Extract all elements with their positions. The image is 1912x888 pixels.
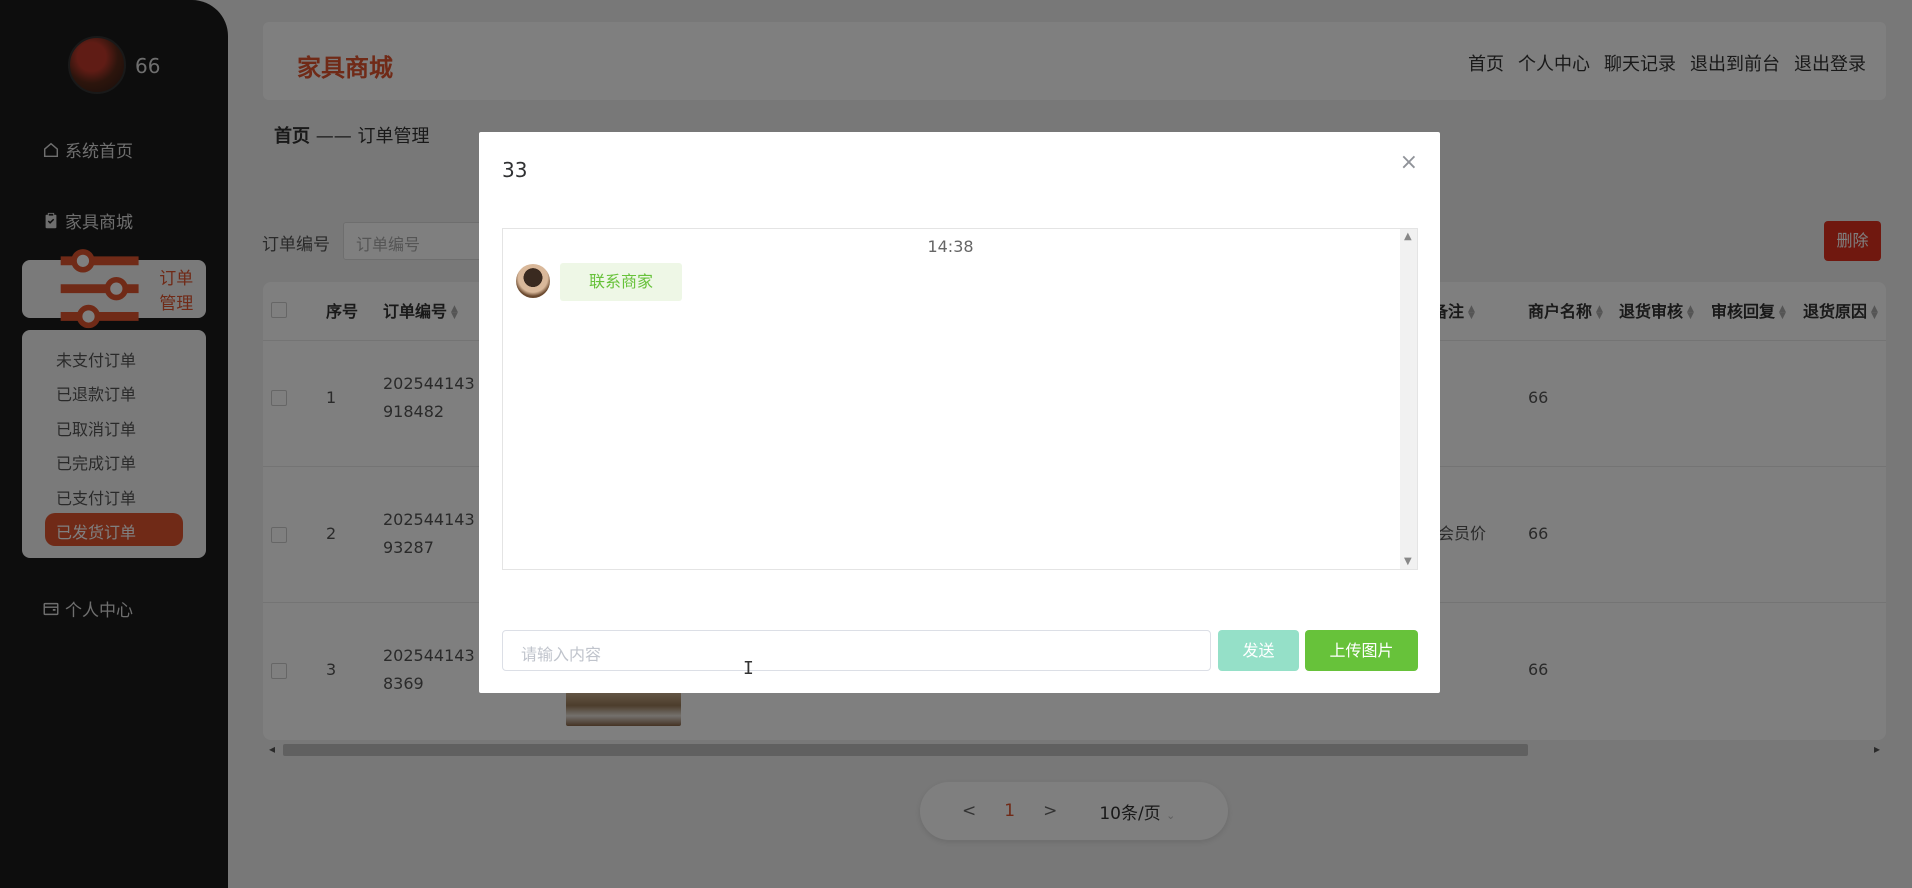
- text-cursor-icon: I: [743, 658, 754, 679]
- dialog-title: 33: [502, 158, 528, 182]
- chat-messages: 14:38 联系商家 ▲ ▼: [502, 228, 1418, 570]
- scroll-down-icon[interactable]: ▼: [1404, 556, 1412, 567]
- chat-dialog: 33 × 14:38 联系商家 ▲ ▼ 请输入内容 发送 上传图片: [479, 132, 1440, 693]
- close-icon[interactable]: ×: [1400, 150, 1418, 175]
- message-bubble: 联系商家: [560, 263, 682, 301]
- avatar: [516, 264, 550, 298]
- scroll-up-icon[interactable]: ▲: [1404, 231, 1412, 242]
- message-time: 14:38: [927, 237, 974, 256]
- send-button[interactable]: 发送: [1218, 630, 1299, 671]
- vertical-scrollbar[interactable]: ▲ ▼: [1400, 229, 1417, 569]
- upload-image-button[interactable]: 上传图片: [1305, 630, 1418, 671]
- message-input[interactable]: 请输入内容: [502, 630, 1211, 671]
